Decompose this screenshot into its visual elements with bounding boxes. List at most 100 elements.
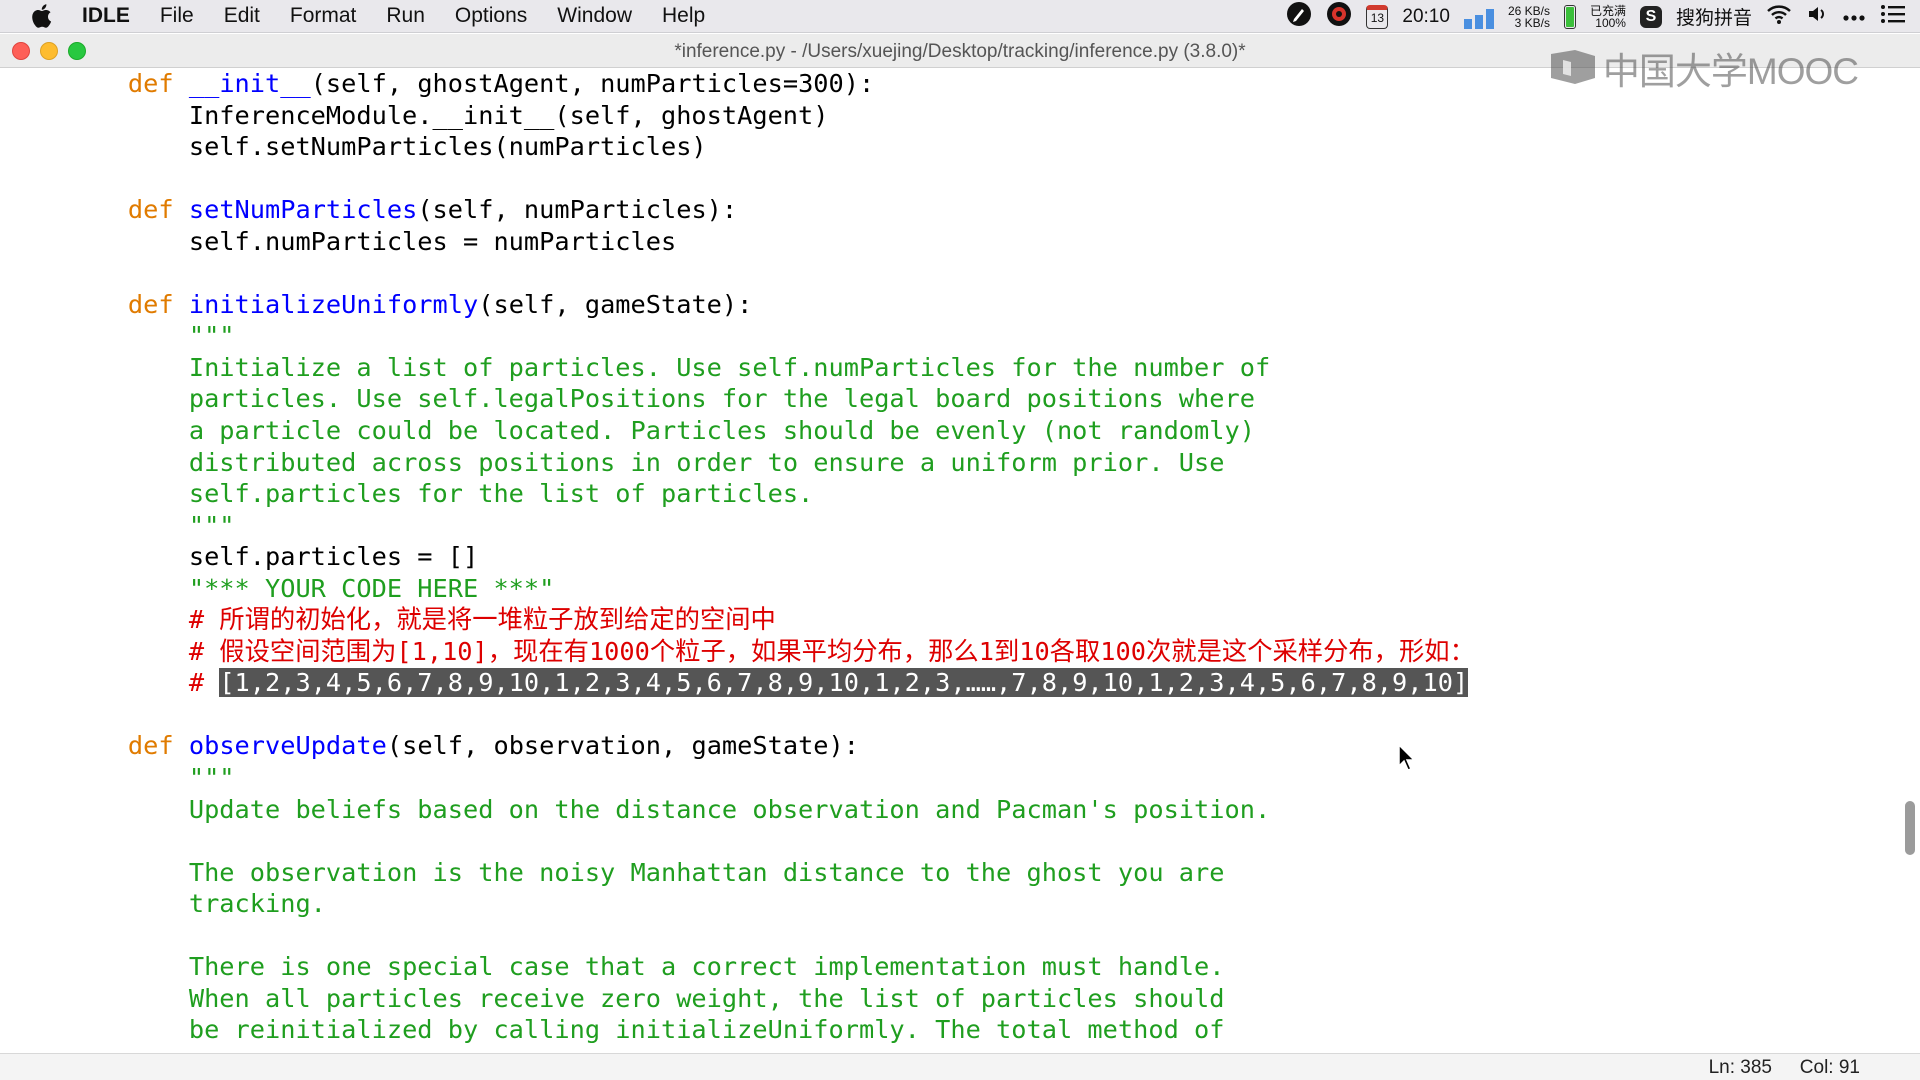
code-line[interactable]: particles. Use self.legalPositions for t… [67, 383, 1475, 415]
battery-status-text: 已充满 [1589, 3, 1626, 18]
code-line[interactable]: There is one special case that a correct… [67, 951, 1475, 983]
menu-help[interactable]: Help [662, 4, 705, 28]
apple-menu-icon[interactable] [30, 3, 56, 29]
line-number: Ln: 385 [1708, 1057, 1772, 1078]
string-token: "*** YOUR CODE HERE ***" [188, 573, 555, 603]
comment-token: # 假设空间范围为[1,10]，现在有1000个粒子，如果平均分布，那么1到10… [188, 636, 1475, 666]
comment-token: # 所谓的初始化，就是将一堆粒子放到给定的空间中 [188, 605, 776, 635]
cpu-memory-meter-icon[interactable] [1463, 5, 1494, 29]
code-line[interactable]: be reinitialized by calling initializeUn… [67, 1014, 1475, 1046]
more-icon[interactable] [1842, 6, 1866, 28]
code-line[interactable]: """ [67, 510, 1475, 542]
record-app-icon[interactable] [1326, 1, 1352, 33]
string-token: When all particles receive zero weight, … [188, 983, 1225, 1013]
menu-options[interactable]: Options [455, 4, 527, 28]
code-token: (self, observation, gameState): [386, 731, 859, 761]
code-token: (self, numParticles): [417, 195, 738, 225]
code-line[interactable]: # 假设空间范围为[1,10]，现在有1000个粒子，如果平均分布，那么1到10… [67, 636, 1475, 668]
menu-run[interactable]: Run [386, 4, 425, 28]
code-line[interactable]: def __init__(self, ghostAgent, numPartic… [67, 68, 1475, 100]
code-token: InferenceModule.__init__(self, ghostAgen… [67, 100, 829, 130]
code-line[interactable]: self.setNumParticles(numParticles) [67, 131, 1475, 163]
string-token: a particle could be located. Particles s… [188, 416, 1255, 446]
scrollbar-thumb[interactable] [1905, 801, 1915, 855]
code-line[interactable]: def observeUpdate(self, observation, gam… [67, 730, 1475, 762]
code-token: self.numParticles = numParticles [67, 226, 677, 256]
battery-status[interactable]: 已充满 100% [1590, 5, 1626, 29]
code-line[interactable] [67, 920, 1475, 952]
status-menu-area: 13 20:10 26 KB/s 3 KB/s 已充满 100% S 搜狗拼音 [1286, 0, 1906, 33]
pen-app-icon[interactable] [1286, 1, 1312, 33]
code-line[interactable]: self.particles = [] [67, 541, 1475, 573]
menu-edit[interactable]: Edit [224, 4, 260, 28]
code-line[interactable]: "*** YOUR CODE HERE ***" [67, 573, 1475, 605]
code-text[interactable]: def __init__(self, ghostAgent, numPartic… [67, 68, 1475, 1046]
battery-icon[interactable] [1563, 4, 1576, 29]
code-line[interactable]: # 所谓的初始化，就是将一堆粒子放到给定的空间中 [67, 604, 1475, 636]
code-line[interactable]: tracking. [67, 888, 1475, 920]
code-line[interactable] [67, 825, 1475, 857]
code-line[interactable] [67, 163, 1475, 195]
code-line[interactable]: # [1,2,3,4,5,6,7,8,9,10,1,2,3,4,5,6,7,8,… [67, 667, 1475, 699]
code-line[interactable]: distributed across positions in order to… [67, 447, 1475, 479]
calendar-icon[interactable]: 13 [1366, 4, 1389, 29]
code-token: self.particles = [] [67, 542, 479, 572]
code-line[interactable]: InferenceModule.__init__(self, ghostAgen… [67, 100, 1475, 132]
string-token: """ [188, 763, 235, 793]
code-editor[interactable]: def __init__(self, ghostAgent, numPartic… [0, 68, 1920, 1053]
menu-app-idle[interactable]: IDLE [82, 4, 130, 28]
code-line[interactable] [67, 257, 1475, 289]
string-token: """ [188, 510, 235, 540]
menu-file[interactable]: File [160, 4, 194, 28]
code-line[interactable] [67, 699, 1475, 731]
code-line[interactable]: a particle could be located. Particles s… [67, 415, 1475, 447]
sogou-input-icon[interactable]: S [1639, 5, 1662, 28]
function-name-token: setNumParticles [188, 195, 418, 225]
vertical-scrollbar[interactable] [1898, 68, 1920, 1053]
battery-percent: 100% [1595, 15, 1626, 30]
menu-format[interactable]: Format [290, 4, 357, 28]
wifi-icon[interactable] [1766, 3, 1792, 31]
menu-bar: IDLE File Edit Format Run Options Window… [0, 0, 1920, 33]
code-line[interactable]: def setNumParticles(self, numParticles): [67, 194, 1475, 226]
code-line[interactable]: """ [67, 320, 1475, 352]
string-token: Initialize a list of particles. Use self… [188, 352, 1271, 382]
network-speed[interactable]: 26 KB/s 3 KB/s [1508, 5, 1550, 29]
string-token: """ [188, 321, 235, 351]
menu-window[interactable]: Window [557, 4, 632, 28]
control-center-list-icon[interactable] [1880, 4, 1906, 30]
keyword-token: def [127, 69, 174, 98]
window-title: *inference.py - /Users/xuejing/Desktop/t… [674, 41, 1246, 62]
function-name-token: __init__ [188, 69, 311, 98]
clock[interactable]: 20:10 [1402, 6, 1450, 28]
volume-icon[interactable] [1806, 3, 1828, 31]
code-line[interactable]: Initialize a list of particles. Use self… [67, 352, 1475, 384]
keyword-token: def [127, 195, 174, 225]
code-line[interactable]: When all particles receive zero weight, … [67, 983, 1475, 1015]
editor-status-bar: Ln: 385 Col: 91 [0, 1053, 1920, 1080]
code-line[interactable]: self.numParticles = numParticles [67, 226, 1475, 258]
code-line[interactable]: Update beliefs based on the distance obs… [67, 794, 1475, 826]
code-line[interactable]: """ [67, 762, 1475, 794]
string-token: There is one special case that a correct… [188, 952, 1225, 982]
code-token: (self, ghostAgent, numParticles=300): [310, 69, 875, 98]
code-line[interactable]: self.particles for the list of particles… [67, 478, 1475, 510]
code-line[interactable]: def initializeUniformly(self, gameState)… [67, 289, 1475, 321]
code-line[interactable]: The observation is the noisy Manhattan d… [67, 857, 1475, 889]
input-method-label[interactable]: 搜狗拼音 [1676, 3, 1752, 30]
network-download-speed: 3 KB/s [1514, 15, 1550, 30]
